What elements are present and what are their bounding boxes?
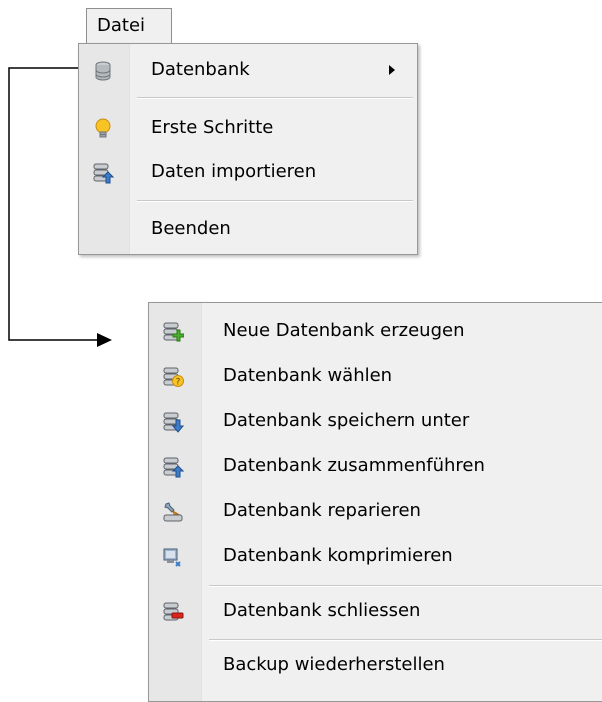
database-import-icon: [92, 161, 115, 184]
menu-item-erste-schritte[interactable]: Erste Schritte: [79, 110, 417, 146]
menu-item-label: Daten importieren: [151, 161, 317, 182]
submenu-item-komprimieren[interactable]: Datenbank komprimieren: [149, 538, 602, 574]
submenu-item-schliessen[interactable]: Datenbank schliessen: [149, 593, 602, 629]
submenu-item-neue-datenbank[interactable]: Neue Datenbank erzeugen: [149, 313, 602, 349]
menu-item-label: Beenden: [151, 218, 231, 239]
menu-item-beenden[interactable]: Beenden: [79, 211, 417, 247]
submenu-item-datenbank-waehlen[interactable]: ? Datenbank wählen: [149, 358, 602, 394]
menu-item-label: Datenbank schliessen: [223, 600, 421, 621]
menu-item-label: Datenbank reparieren: [223, 500, 421, 521]
menu-item-label: Datenbank speichern unter: [223, 410, 470, 431]
submenu-item-backup-wiederherstellen[interactable]: Backup wiederherstellen: [149, 647, 602, 683]
datei-dropdown-menu: Datenbank Erste Schritte Daten importier…: [78, 43, 418, 255]
database-select-icon: ?: [162, 365, 184, 388]
database-repair-icon: [162, 500, 184, 522]
menu-item-datenbank[interactable]: Datenbank: [79, 52, 417, 88]
lightbulb-icon: [92, 117, 114, 139]
menu-item-label: Datenbank wählen: [223, 365, 393, 386]
svg-text:?: ?: [176, 378, 181, 388]
submenu-arrow-icon: [389, 65, 395, 75]
menu-item-label: Backup wiederherstellen: [223, 654, 445, 675]
menu-separator: [209, 639, 602, 641]
database-save-icon: [162, 410, 185, 433]
submenu-item-zusammenfuehren[interactable]: Datenbank zusammenführen: [149, 448, 602, 484]
datenbank-submenu: Neue Datenbank erzeugen ? Datenbank wähl…: [148, 302, 602, 702]
menu-item-label: Datenbank zusammenführen: [223, 455, 485, 476]
database-add-icon: [162, 320, 185, 342]
menu-item-label: Datenbank komprimieren: [223, 545, 453, 566]
database-merge-icon: [162, 455, 185, 478]
menu-item-label: Neue Datenbank erzeugen: [223, 320, 465, 341]
menu-separator: [209, 585, 602, 587]
submenu-item-speichern-unter[interactable]: Datenbank speichern unter: [149, 403, 602, 439]
menu-item-daten-importieren[interactable]: Daten importieren: [79, 154, 417, 190]
menu-separator: [137, 97, 413, 99]
menu-item-label: Erste Schritte: [151, 117, 274, 138]
database-icon: [92, 59, 114, 81]
database-compress-icon: [162, 545, 184, 567]
menu-separator: [137, 200, 413, 202]
database-close-icon: [162, 600, 184, 622]
submenu-item-reparieren[interactable]: Datenbank reparieren: [149, 493, 602, 529]
menu-datei-label: Datei: [97, 15, 146, 36]
menu-item-label: Datenbank: [151, 59, 250, 80]
menu-datei[interactable]: Datei: [86, 8, 172, 44]
